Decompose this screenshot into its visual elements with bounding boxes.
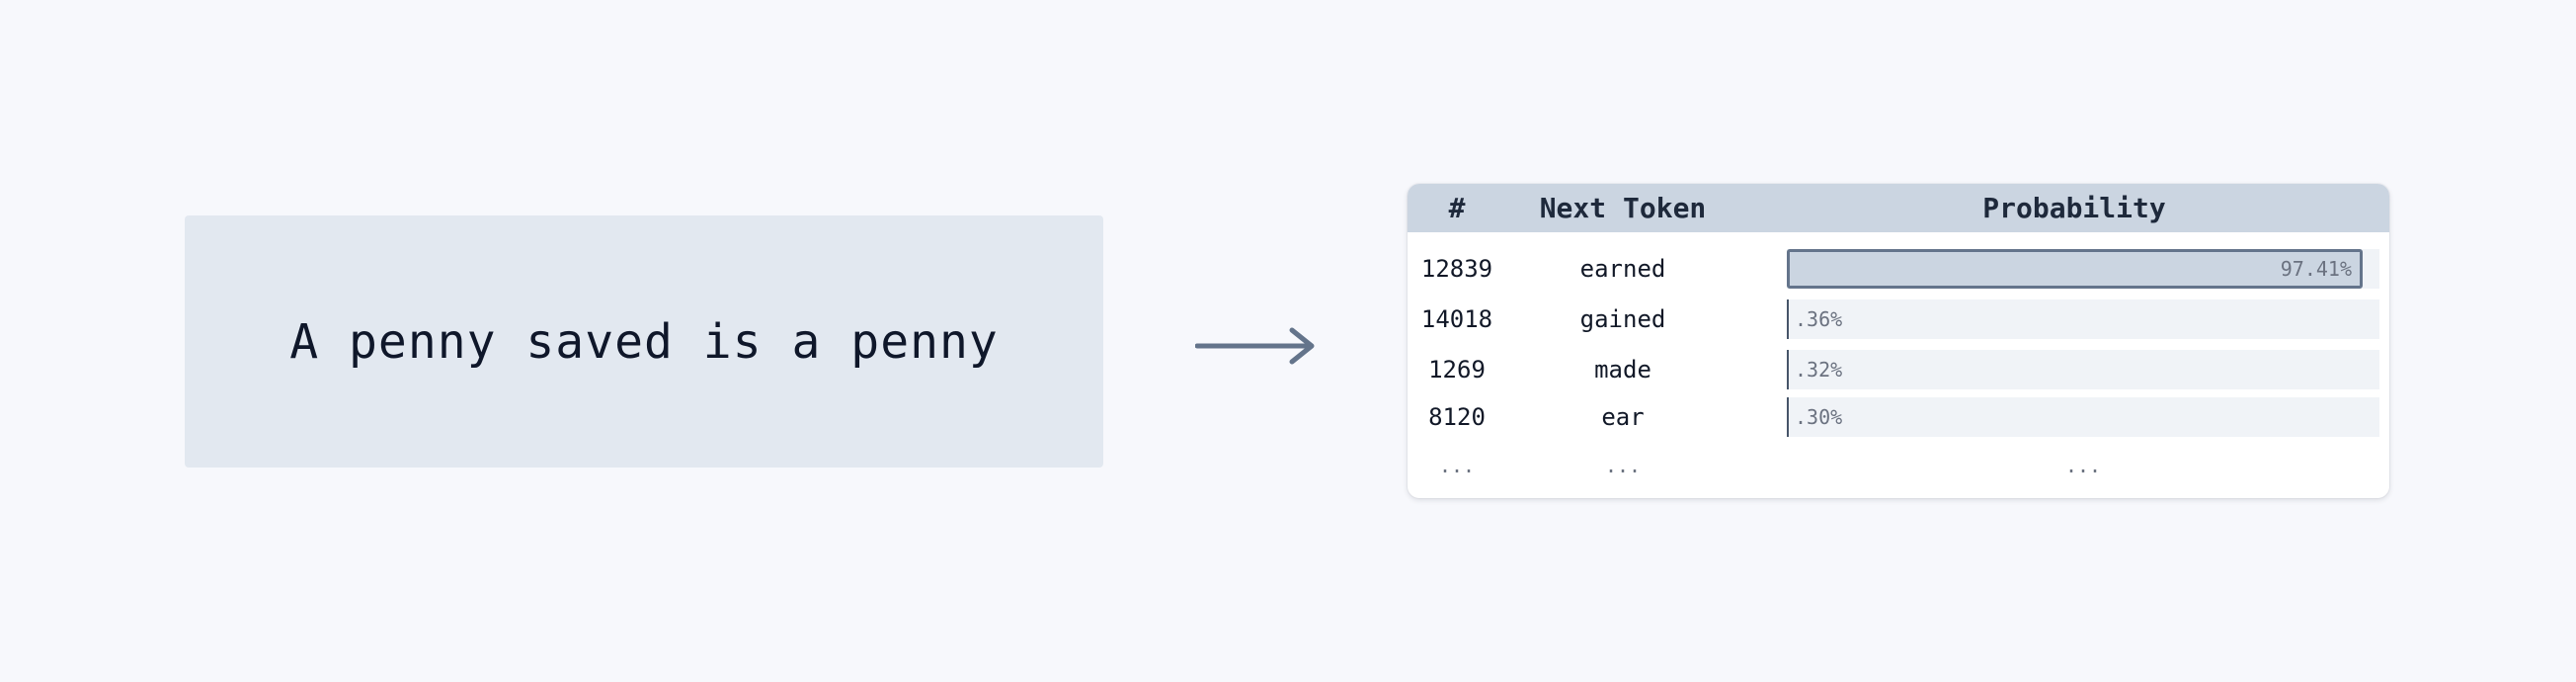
ellipsis-probability: ... [2064, 454, 2102, 477]
row-token: gained [1579, 305, 1666, 333]
row-token: earned [1579, 255, 1666, 283]
row-rank: 14018 [1420, 305, 1493, 333]
ellipsis-row: ... ... ... [1408, 451, 2389, 480]
row-token: made [1594, 356, 1651, 384]
row-token: ear [1601, 403, 1645, 431]
table-header: # Next Token Probability [1408, 184, 2389, 232]
probability-track: .36% [1787, 299, 2379, 339]
header-probability: Probability [1982, 192, 2166, 224]
probability-track: 97.41% [1787, 249, 2379, 289]
row-rank: 1269 [1428, 356, 1486, 384]
probability-bar [1787, 299, 1789, 339]
probability-bar [1787, 397, 1789, 437]
table-row: 14018 gained .36% [1408, 299, 2389, 339]
table-row: 12839 earned 97.41% [1408, 249, 2389, 289]
table-row: 1269 made .32% [1408, 350, 2389, 389]
right-arrow-icon [1195, 327, 1315, 365]
probability-track: .30% [1787, 397, 2379, 437]
prompt-text: A penny saved is a penny [289, 313, 999, 370]
probability-bar [1787, 350, 1789, 389]
header-rank: # [1448, 192, 1466, 224]
probability-label: .32% [1795, 358, 1843, 382]
prompt-box: A penny saved is a penny [185, 215, 1103, 468]
probability-label: .30% [1795, 405, 1843, 429]
probability-track: .32% [1787, 350, 2379, 389]
header-next-token: Next Token [1539, 192, 1707, 224]
ellipsis-token: ... [1604, 454, 1642, 477]
probability-label: .36% [1795, 307, 1843, 331]
table-row: 8120 ear .30% [1408, 397, 2389, 437]
row-rank: 12839 [1420, 255, 1493, 283]
row-rank: 8120 [1428, 403, 1486, 431]
probability-bar [1787, 249, 2363, 289]
ellipsis-rank: ... [1438, 454, 1476, 477]
probability-label: 97.41% [2280, 257, 2352, 281]
token-probability-table: # Next Token Probability 12839 earned 97… [1408, 184, 2389, 498]
